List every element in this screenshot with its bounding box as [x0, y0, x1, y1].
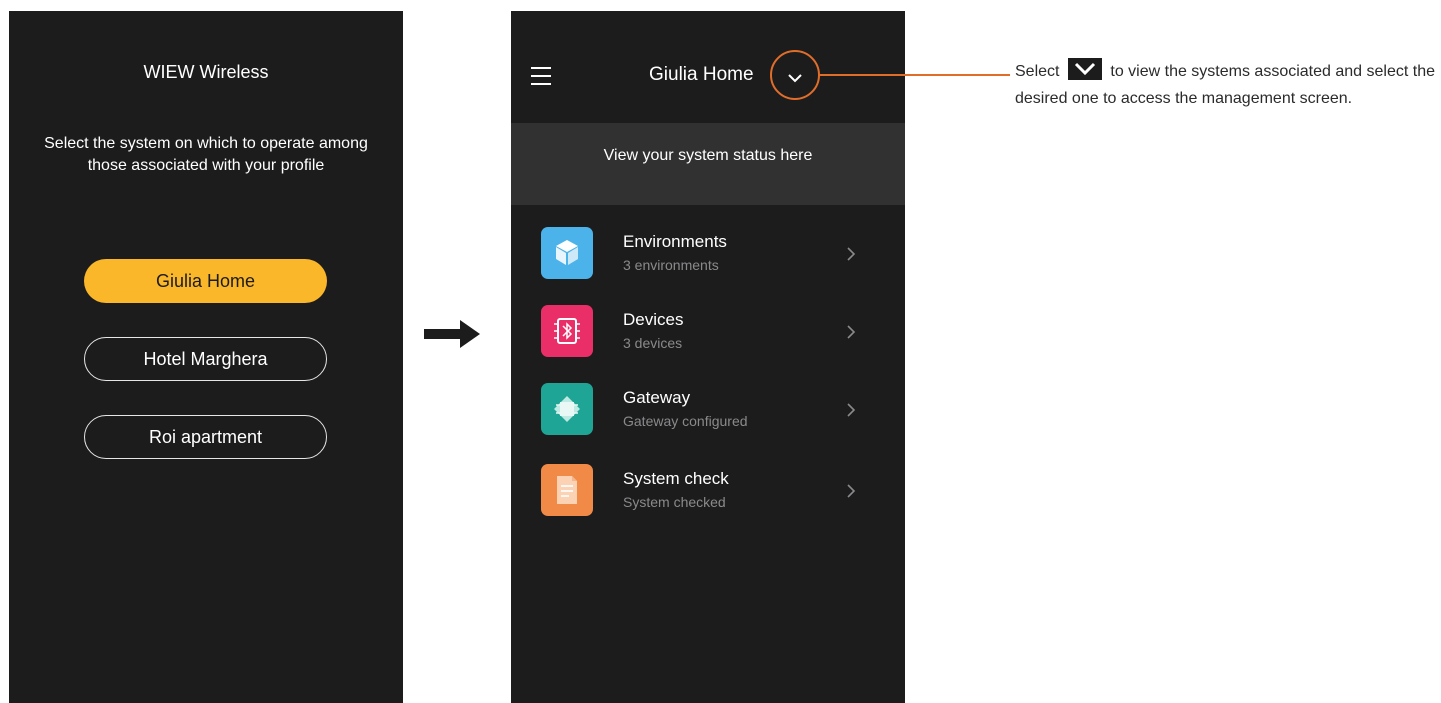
- cube-icon: [541, 227, 593, 279]
- status-text: View your system status here: [603, 147, 813, 164]
- chevron-right-icon: [847, 325, 856, 339]
- callout-description: Select to view the systems associated an…: [1015, 58, 1439, 112]
- menu-item-title: Environments: [623, 232, 727, 251]
- instructions-text: Select the system on which to operate am…: [44, 135, 368, 174]
- menu-item-subtitle: Gateway configured: [623, 413, 748, 429]
- system-selection-screen: WIEW Wireless Select the system on which…: [9, 11, 403, 703]
- system-title[interactable]: Giulia Home: [649, 64, 754, 86]
- chevron-down-icon: [1067, 58, 1102, 80]
- system-button-hotel-marghera[interactable]: Hotel Marghera: [84, 337, 327, 381]
- menu-item-environments[interactable]: Environments 3 environments: [511, 223, 905, 285]
- app-title: WIEW Wireless: [143, 62, 269, 82]
- menu-item-subtitle: 3 environments: [623, 257, 719, 273]
- system-button-label: Hotel Marghera: [143, 348, 268, 369]
- chevron-down-icon[interactable]: [785, 68, 805, 88]
- menu-item-title: Gateway: [623, 388, 691, 407]
- gateway-chip-icon: [541, 383, 593, 435]
- menu-item-title: System check: [623, 469, 729, 488]
- system-dashboard-screen: Giulia Home View your system status here…: [511, 11, 905, 703]
- chevron-right-icon: [847, 247, 856, 261]
- menu-item-subtitle: System checked: [623, 494, 726, 510]
- menu-item-devices[interactable]: Devices 3 devices: [511, 301, 905, 363]
- hamburger-menu-icon[interactable]: [531, 67, 551, 85]
- menu-item-gateway[interactable]: Gateway Gateway configured: [511, 379, 905, 441]
- menu-item-subtitle: 3 devices: [623, 335, 683, 351]
- chevron-right-icon: [847, 484, 856, 498]
- system-button-giulia-home[interactable]: Giulia Home: [84, 259, 327, 303]
- system-button-roi-apartment[interactable]: Roi apartment: [84, 415, 327, 459]
- system-button-label: Giulia Home: [155, 270, 256, 291]
- bluetooth-chip-icon: [541, 305, 593, 357]
- system-status-panel: View your system status here: [511, 123, 905, 205]
- selection-instructions: Select the system on which to operate am…: [9, 133, 403, 177]
- callout-text-before: Select: [1015, 63, 1060, 80]
- document-icon: [541, 464, 593, 516]
- right-arrow-icon: [424, 320, 480, 348]
- chevron-right-icon: [847, 403, 856, 417]
- menu-item-title: Devices: [623, 310, 684, 329]
- system-button-label: Roi apartment: [148, 426, 263, 447]
- menu-item-system-check[interactable]: System check System checked: [511, 460, 905, 522]
